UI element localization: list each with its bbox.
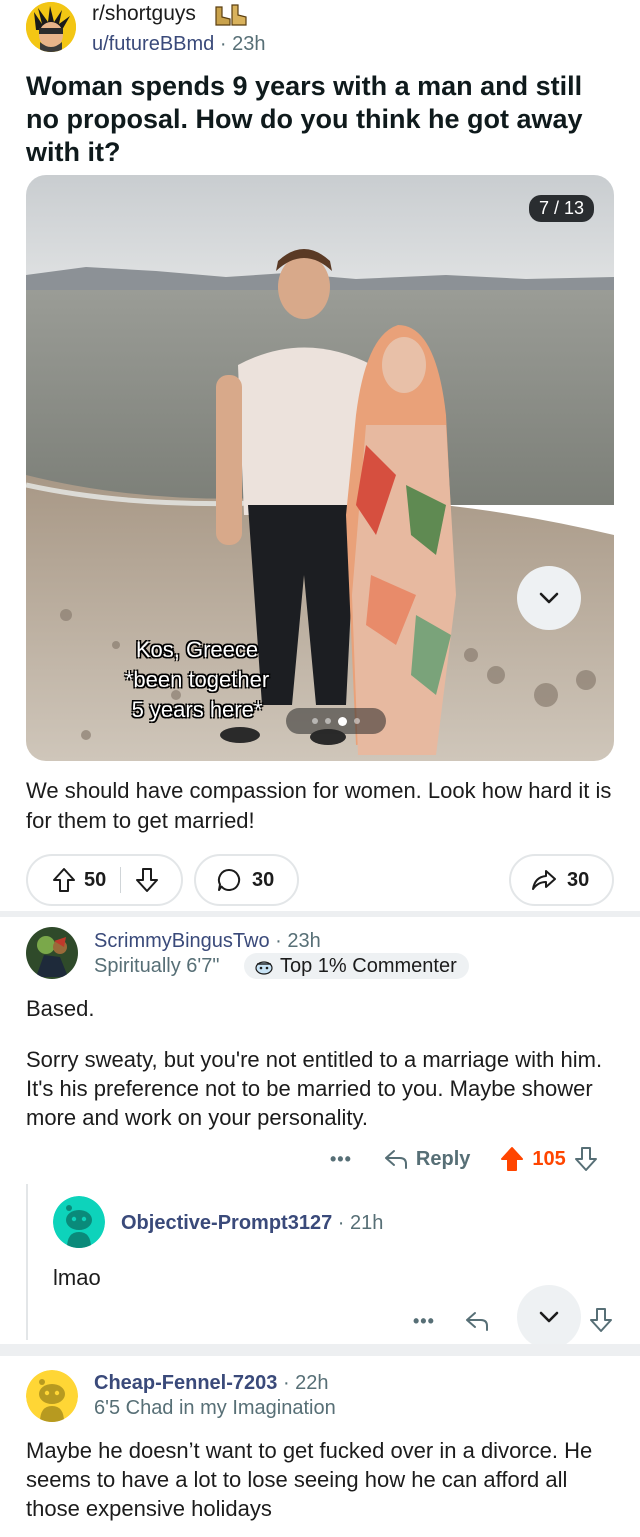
comment-time: 23h bbox=[287, 930, 321, 952]
subreddit-name[interactable]: r/shortguys bbox=[92, 2, 196, 26]
comment-meta: Cheap-Fennel-7203 · 22h bbox=[94, 1372, 329, 1395]
time-separator: · bbox=[214, 33, 233, 55]
reply-avatar[interactable] bbox=[53, 1196, 105, 1248]
comment-actions: ••• Reply 105 bbox=[330, 1144, 598, 1174]
pagination-dot[interactable] bbox=[354, 718, 360, 724]
snoo-avatar-icon bbox=[26, 1370, 78, 1422]
post-author[interactable]: u/futureBBmd bbox=[92, 33, 214, 55]
subreddit-avatar[interactable] bbox=[26, 2, 76, 52]
wolverine-avatar-image bbox=[26, 2, 76, 52]
downvote-button[interactable] bbox=[135, 867, 159, 893]
more-options-button[interactable]: ••• bbox=[330, 1149, 352, 1170]
reply-actions: ••• bbox=[413, 1306, 489, 1336]
time-separator: · bbox=[277, 1372, 296, 1394]
collapse-thread-button[interactable] bbox=[517, 1285, 581, 1349]
badge-label: Top 1% Commenter bbox=[280, 954, 457, 977]
vote-control: 50 bbox=[26, 854, 183, 906]
collapse-button[interactable] bbox=[517, 566, 581, 630]
reply-icon bbox=[384, 1150, 407, 1169]
upvote-icon bbox=[53, 868, 75, 892]
upvote-filled-icon bbox=[501, 1147, 524, 1171]
snoo-badge-icon bbox=[255, 961, 273, 975]
reply-text: lmao bbox=[53, 1265, 101, 1290]
pagination-dot[interactable] bbox=[325, 718, 331, 724]
downvote-icon bbox=[574, 1147, 597, 1171]
comment-paragraph: Based. bbox=[26, 996, 95, 1021]
comment-time: 22h bbox=[295, 1372, 329, 1394]
share-icon bbox=[532, 870, 556, 890]
top-commenter-badge[interactable]: Top 1% Commenter bbox=[244, 953, 469, 979]
more-options-button[interactable]: ••• bbox=[413, 1311, 435, 1332]
section-divider bbox=[0, 1344, 640, 1356]
shoe-flair-icon bbox=[214, 3, 248, 27]
reply-author[interactable]: Objective-Prompt3127 bbox=[121, 1212, 332, 1234]
time-separator: · bbox=[332, 1212, 350, 1234]
comment-upvote-button[interactable] bbox=[500, 1146, 524, 1172]
time-separator: · bbox=[269, 930, 288, 952]
pagination-dot[interactable] bbox=[312, 718, 318, 724]
comment-downvote-button[interactable] bbox=[574, 1146, 598, 1172]
user-flair: 6'5 Chad in my Imagination bbox=[94, 1397, 336, 1419]
chevron-down-icon bbox=[539, 1311, 559, 1323]
upvote-button[interactable] bbox=[52, 867, 76, 893]
commenter-avatar[interactable] bbox=[26, 1370, 78, 1422]
post-body-text: We should have compassion for women. Loo… bbox=[26, 778, 612, 833]
gallery-pagination[interactable] bbox=[286, 708, 386, 734]
reply-label: Reply bbox=[415, 1147, 471, 1170]
post-title[interactable]: Woman spends 9 years with a man and stil… bbox=[26, 70, 616, 169]
post-meta: u/futureBBmd · 23h bbox=[92, 33, 265, 56]
comment-score: 105 bbox=[532, 1147, 566, 1170]
comment-meta: ScrimmyBingusTwo · 23h bbox=[94, 930, 321, 953]
user-flair: Spiritually 6'7" bbox=[94, 955, 220, 977]
comment-bubble-icon bbox=[217, 868, 241, 891]
comment-count: 30 bbox=[252, 868, 275, 891]
snoo-avatar-icon bbox=[53, 1196, 105, 1248]
comment-author[interactable]: Cheap-Fennel-7203 bbox=[94, 1372, 277, 1394]
comments-button[interactable]: 30 bbox=[194, 854, 299, 906]
upvote-count: 50 bbox=[84, 868, 107, 891]
comment-paragraph: Sorry sweaty, but you're not entitled to… bbox=[26, 1047, 603, 1130]
caption-line: 5 years here* bbox=[131, 697, 263, 722]
post-image-gallery[interactable]: 7 / 13 Kos, Greece *been together 5 year… bbox=[26, 175, 614, 761]
post-time: 23h bbox=[232, 33, 266, 55]
chevron-down-icon bbox=[539, 592, 559, 604]
commenter-avatar[interactable] bbox=[26, 927, 78, 979]
share-button[interactable]: 30 bbox=[509, 854, 614, 906]
caption-line: Kos, Greece bbox=[135, 637, 259, 662]
downvote-icon bbox=[590, 1308, 612, 1332]
image-counter: 7 / 13 bbox=[528, 195, 594, 222]
reply-icon bbox=[465, 1312, 488, 1331]
downvote-icon bbox=[136, 868, 159, 892]
reply-downvote-button[interactable] bbox=[589, 1307, 613, 1333]
comment-paragraph: Maybe he doesn’t want to get fucked over… bbox=[26, 1438, 593, 1521]
reply-button[interactable] bbox=[465, 1310, 489, 1332]
thread-line[interactable] bbox=[26, 1184, 28, 1340]
avatar-image bbox=[26, 927, 78, 979]
caption-line: *been together bbox=[124, 667, 270, 692]
reply-time: 21h bbox=[349, 1212, 384, 1234]
pagination-dot[interactable] bbox=[338, 716, 347, 726]
section-divider bbox=[0, 911, 640, 917]
comment-author[interactable]: ScrimmyBingusTwo bbox=[94, 930, 270, 952]
reply-button[interactable]: Reply bbox=[384, 1148, 470, 1171]
vote-divider bbox=[120, 867, 122, 893]
image-caption: Kos, Greece *been together 5 years here* bbox=[82, 635, 312, 725]
share-count: 30 bbox=[567, 868, 590, 891]
reply-meta: Objective-Prompt3127 · 21h bbox=[121, 1212, 383, 1235]
